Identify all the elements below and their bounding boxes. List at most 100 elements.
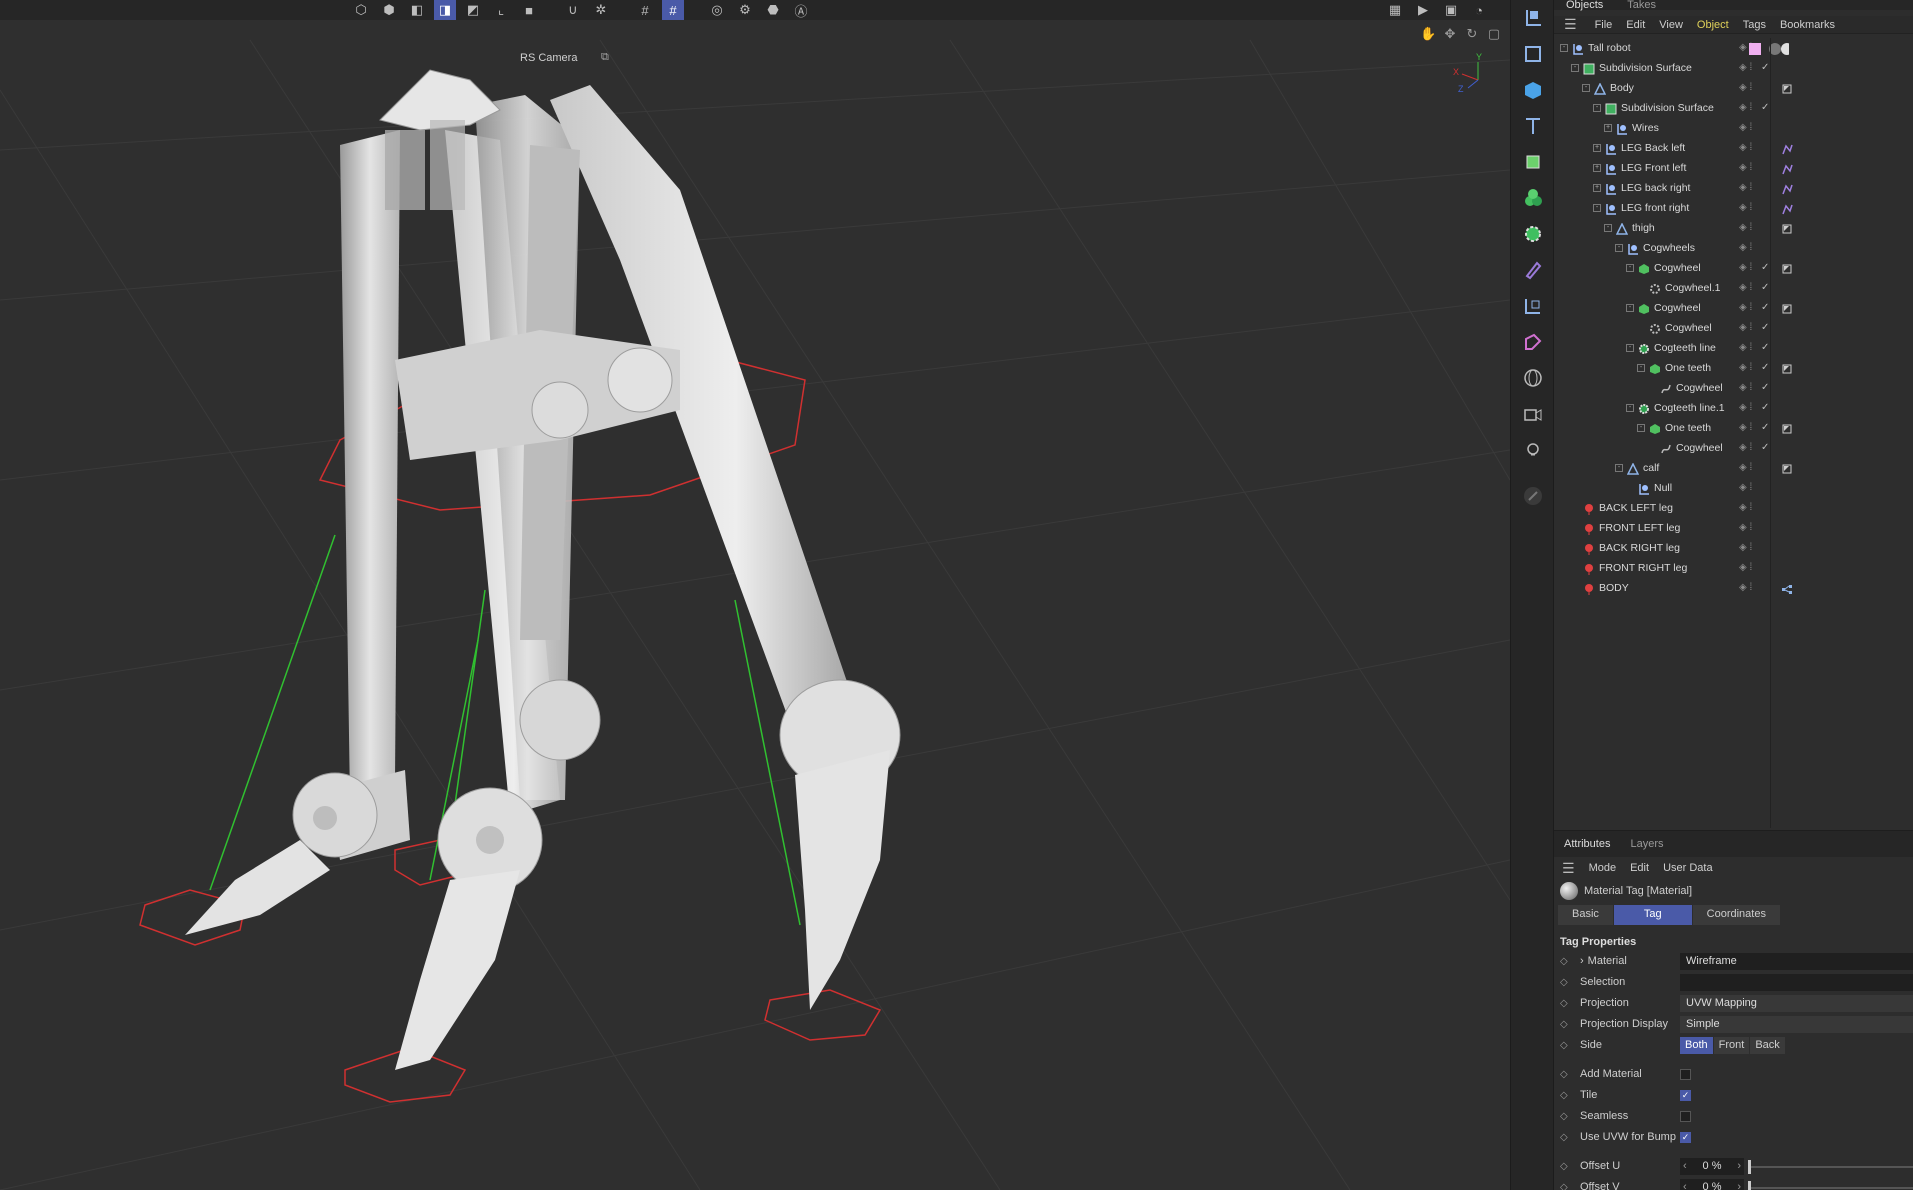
collapse-icon[interactable]: -	[1626, 304, 1634, 312]
tab-layers[interactable]: Layers	[1630, 838, 1663, 850]
chevron-left-icon[interactable]: ‹	[1680, 1179, 1687, 1190]
tree-row[interactable]: - calf ◈ ⁞	[1554, 458, 1913, 478]
snap-grid-icon[interactable]: #	[662, 0, 684, 20]
tree-row[interactable]: - Cogwheel ◈ ⁞ ✓	[1554, 258, 1913, 278]
visibility-toggle-icon[interactable]: ◈ ⁞	[1739, 78, 1752, 98]
ai-icon[interactable]: Ⓐ	[790, 0, 812, 20]
visibility-toggle-icon[interactable]: ◈ ⁞	[1739, 198, 1752, 218]
tree-row[interactable]: - Cogwheel ◈ ⁞ ✓	[1554, 298, 1913, 318]
visibility-toggle-icon[interactable]: ◈ ⁞	[1739, 458, 1752, 478]
tree-row[interactable]: - Cogteeth line ◈ ⁞ ✓	[1554, 338, 1913, 358]
tree-row[interactable]: Cogwheel.1 ◈ ⁞ ✓	[1554, 278, 1913, 298]
maximize-icon[interactable]: ▢	[1486, 26, 1502, 42]
keyframe-diamond-icon[interactable]: ◇	[1560, 951, 1568, 972]
magnet-icon[interactable]: ∪	[562, 0, 584, 20]
camera-label[interactable]: RS Camera	[520, 52, 577, 64]
ik-tag-icon[interactable]	[1781, 162, 1793, 175]
flag-tag-icon[interactable]	[1781, 462, 1793, 474]
visibility-toggle-icon[interactable]: ◈ ⁞	[1739, 358, 1752, 378]
disabled-icon[interactable]: ■	[518, 0, 540, 20]
sky-icon[interactable]	[1511, 360, 1555, 396]
collapse-icon[interactable]: -	[1593, 104, 1601, 112]
tree-row[interactable]: + Wires ◈ ⁞	[1554, 118, 1913, 138]
hamburger-menu-icon[interactable]: ☰	[1564, 16, 1577, 33]
sculpt-icon[interactable]	[1511, 478, 1555, 514]
keyframe-diamond-icon[interactable]: ◇	[1560, 1177, 1568, 1190]
tree-row-label[interactable]: Cogwheel	[1665, 318, 1712, 338]
enabled-check-icon[interactable]: ✓	[1761, 398, 1769, 418]
projection-display-dropdown[interactable]: Simple	[1680, 1016, 1913, 1033]
tree-row-label[interactable]: Null	[1654, 478, 1672, 498]
hex-icon[interactable]: ⬣	[762, 0, 784, 20]
enabled-check-icon[interactable]: ✓	[1761, 418, 1769, 438]
projection-dropdown[interactable]: UVW Mapping	[1680, 995, 1913, 1012]
collapse-icon[interactable]: -	[1637, 424, 1645, 432]
tree-row-label[interactable]: Wires	[1632, 118, 1659, 138]
expand-icon[interactable]: +	[1593, 164, 1601, 172]
polygons-mode-icon[interactable]: ◧	[406, 0, 428, 20]
settings-gear-icon[interactable]: ✲	[590, 0, 612, 20]
menu-view[interactable]: View	[1659, 19, 1683, 31]
enabled-check-icon[interactable]: ✓	[1761, 278, 1769, 298]
enabled-check-icon[interactable]: ✓	[1761, 338, 1769, 358]
material-swatch-tag-icon[interactable]	[1749, 42, 1793, 55]
collapse-icon[interactable]: -	[1571, 64, 1579, 72]
menu-object[interactable]: Object	[1697, 19, 1729, 31]
visibility-toggle-icon[interactable]: ◈ ⁞	[1739, 178, 1752, 198]
camera-icon[interactable]	[1511, 396, 1555, 432]
tree-row-label[interactable]: One teeth	[1665, 418, 1711, 438]
box-icon[interactable]	[1511, 36, 1555, 72]
rotate-icon[interactable]: ↻	[1464, 26, 1480, 42]
visibility-toggle-icon[interactable]: ◈ ⁞	[1739, 378, 1752, 398]
tab-coordinates[interactable]: Coordinates	[1692, 905, 1780, 925]
visibility-toggle-icon[interactable]: ◈ ⁞	[1739, 318, 1752, 338]
tree-row[interactable]: - Cogteeth line.1 ◈ ⁞ ✓	[1554, 398, 1913, 418]
text-icon[interactable]	[1511, 108, 1555, 144]
seamless-checkbox[interactable]	[1680, 1111, 1691, 1122]
tree-row-label[interactable]: Cogteeth line.1	[1654, 398, 1725, 418]
tree-row[interactable]: + LEG back right ◈ ⁞	[1554, 178, 1913, 198]
tree-row[interactable]: + LEG Front left ◈ ⁞	[1554, 158, 1913, 178]
collapse-icon[interactable]: -	[1593, 204, 1601, 212]
visibility-toggle-icon[interactable]: ◈ ⁞	[1739, 238, 1752, 258]
collapse-icon[interactable]: -	[1626, 264, 1634, 272]
camera-link-icon[interactable]: ⧉	[601, 51, 609, 64]
expand-icon[interactable]: +	[1593, 144, 1601, 152]
side-front-button[interactable]: Front	[1713, 1037, 1750, 1054]
tree-row-label[interactable]: Cogteeth line	[1654, 338, 1716, 358]
tree-row[interactable]: BACK LEFT leg ◈ ⁞	[1554, 498, 1913, 518]
tree-row-label[interactable]: Cogwheel.1	[1665, 278, 1720, 298]
side-both-button[interactable]: Both	[1680, 1037, 1713, 1054]
render-settings-icon[interactable]: ⚙	[734, 0, 756, 20]
collapse-icon[interactable]: -	[1560, 44, 1568, 52]
flag-tag-icon[interactable]	[1781, 302, 1793, 314]
enabled-check-icon[interactable]: ✓	[1761, 358, 1769, 378]
tree-row[interactable]: - Subdivision Surface ◈ ⁞ ✓	[1554, 58, 1913, 78]
gear-generator-icon[interactable]	[1511, 216, 1555, 252]
tree-row[interactable]: - Tall robot ◈ ⁞	[1554, 38, 1913, 58]
visibility-toggle-icon[interactable]: ◈ ⁞	[1739, 518, 1752, 538]
visibility-toggle-icon[interactable]: ◈ ⁞	[1739, 418, 1752, 438]
model-mode-icon[interactable]: ◨	[434, 0, 456, 20]
visibility-toggle-icon[interactable]: ◈ ⁞	[1739, 338, 1752, 358]
tree-row-label[interactable]: Cogwheel	[1654, 298, 1701, 318]
tree-row[interactable]: - Body ◈ ⁞	[1554, 78, 1913, 98]
keyframe-diamond-icon[interactable]: ◇	[1560, 1035, 1568, 1056]
keyframe-diamond-icon[interactable]: ◇	[1560, 972, 1568, 993]
render-picture-viewer-icon[interactable]: ▶	[1412, 0, 1434, 20]
tree-row-label[interactable]: Subdivision Surface	[1621, 98, 1714, 118]
tab-attributes[interactable]: Attributes	[1564, 838, 1610, 850]
menu-file[interactable]: File	[1595, 19, 1613, 31]
tree-row[interactable]: - LEG front right ◈ ⁞	[1554, 198, 1913, 218]
constraint-tag-icon[interactable]	[1781, 582, 1793, 594]
expand-arrow-icon[interactable]: ›	[1580, 955, 1584, 967]
collapse-icon[interactable]: -	[1582, 84, 1590, 92]
enabled-check-icon[interactable]: ✓	[1761, 258, 1769, 278]
chevron-right-icon[interactable]: ›	[1737, 1158, 1744, 1175]
offset-u-field[interactable]: ‹ 0 % ›	[1680, 1158, 1744, 1175]
edges-mode-icon[interactable]: ⬢	[378, 0, 400, 20]
axis-mode-icon[interactable]: ⌞	[490, 0, 512, 20]
tree-row-label[interactable]: FRONT LEFT leg	[1599, 518, 1680, 538]
mograph-icon[interactable]	[1511, 180, 1555, 216]
collapse-icon[interactable]: -	[1626, 404, 1634, 412]
